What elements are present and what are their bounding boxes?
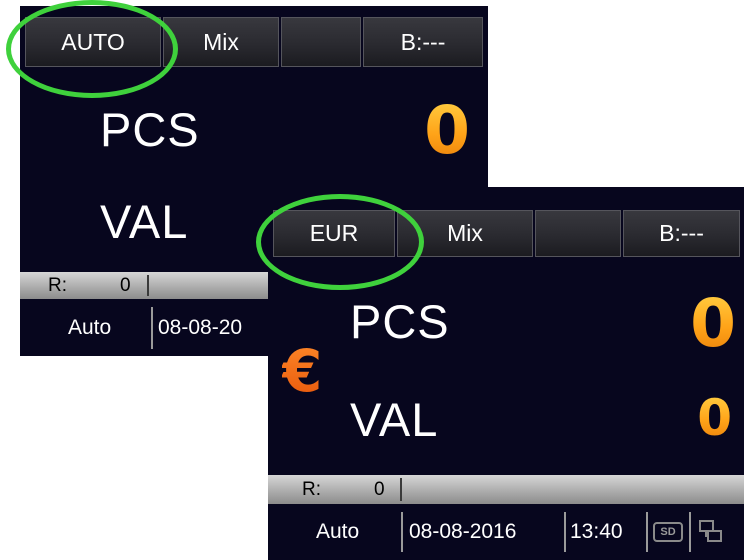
tab-mix[interactable]: Mix xyxy=(163,17,279,67)
reject-count: 0 xyxy=(374,478,385,500)
tab-batch[interactable]: B:--- xyxy=(623,210,740,257)
reject-count: 0 xyxy=(120,274,131,296)
pcs-label: PCS xyxy=(100,103,200,156)
status-divider xyxy=(564,512,566,552)
reject-label: R: xyxy=(48,274,67,296)
reject-divider xyxy=(400,478,402,501)
pcs-count: 0 xyxy=(424,92,470,169)
reject-divider xyxy=(147,275,149,296)
val-label: VAL xyxy=(100,195,189,248)
tab-batch-label: B:--- xyxy=(400,28,446,55)
tab-empty[interactable] xyxy=(281,17,361,67)
tab-auto-label: AUTO xyxy=(61,28,125,55)
tab-batch[interactable]: B:--- xyxy=(363,17,483,67)
pcs-count: 0 xyxy=(690,285,736,362)
status-bar: Auto 08-08-2016 13:40 SD xyxy=(268,507,744,557)
sd-card-icon: SD xyxy=(653,522,683,542)
tab-batch-label: B:--- xyxy=(659,220,704,246)
status-divider xyxy=(646,512,648,552)
mode-status: Auto xyxy=(68,316,112,339)
reject-label: R: xyxy=(302,478,321,500)
network-icon xyxy=(699,520,722,542)
status-divider xyxy=(401,512,403,552)
front-tab-bar: EUR Mix B:--- xyxy=(273,210,740,257)
tab-eur-label: EUR xyxy=(309,220,359,246)
tab-mix-label: Mix xyxy=(447,220,483,246)
time-status: 13:40 xyxy=(570,520,623,543)
val-amount: 0 xyxy=(697,389,732,447)
date-status: 08-08-20 xyxy=(158,316,243,339)
back-tab-bar: AUTO Mix B:--- xyxy=(25,17,483,67)
mode-status: Auto xyxy=(316,520,360,543)
pcs-label: PCS xyxy=(350,295,450,348)
tab-empty[interactable] xyxy=(535,210,621,257)
status-divider xyxy=(151,307,153,349)
date-status: 08-08-2016 xyxy=(409,520,517,543)
tab-eur[interactable]: EUR xyxy=(273,210,395,257)
tab-auto[interactable]: AUTO xyxy=(25,17,161,67)
status-divider xyxy=(689,512,691,552)
reject-bar: R: 0 xyxy=(268,475,744,504)
tab-mix[interactable]: Mix xyxy=(397,210,533,257)
val-label: VAL xyxy=(350,393,439,446)
front-device-screen: EUR Mix B:--- € PCS 0 VAL 0 R: 0 Auto 08… xyxy=(268,187,744,560)
euro-currency-icon: € xyxy=(282,337,323,405)
tab-mix-label: Mix xyxy=(203,28,239,55)
